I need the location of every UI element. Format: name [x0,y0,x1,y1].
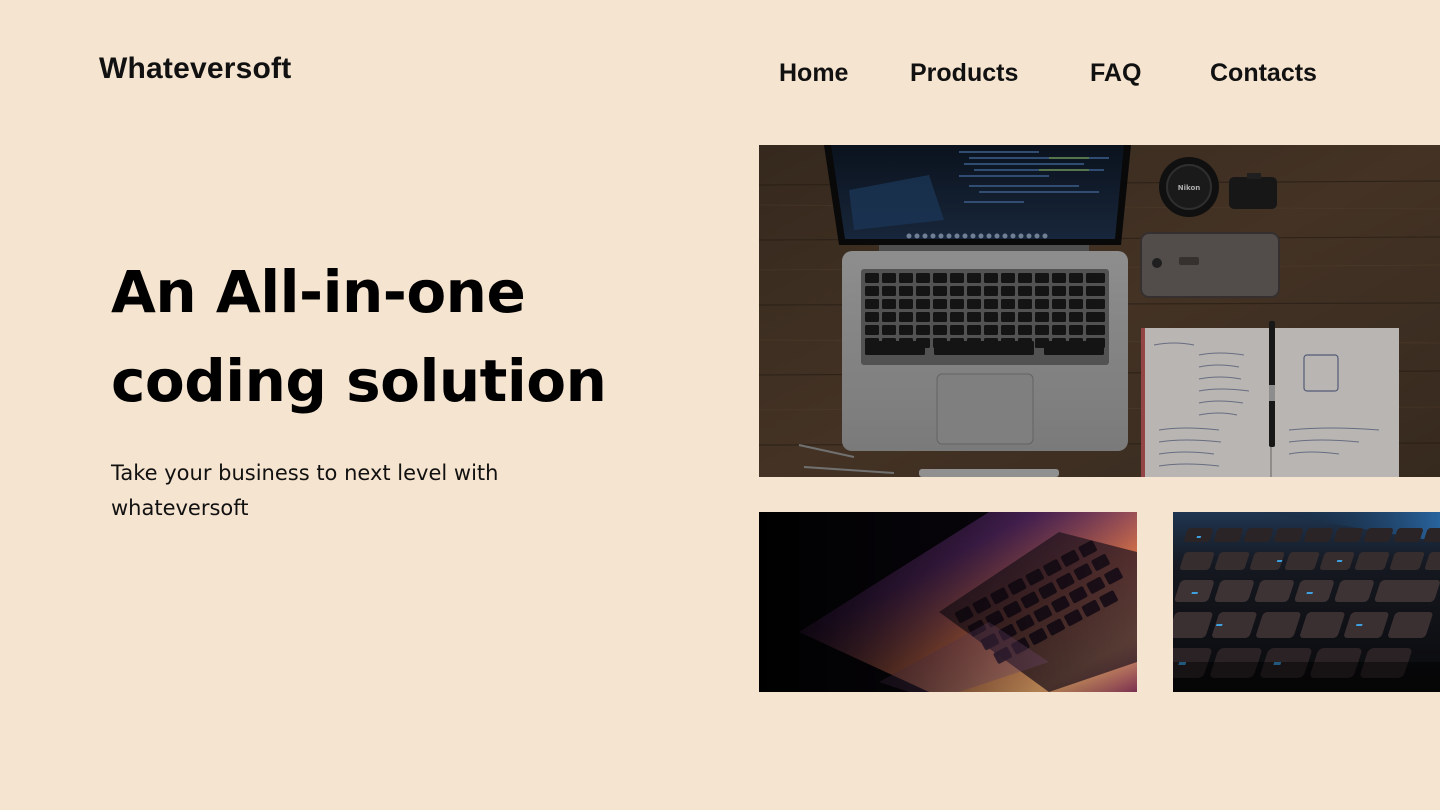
hero-subtitle: Take your business to next level with wha… [111,456,551,526]
hero-title-line2: coding solution [111,347,607,415]
hero-subtitle-line2: whateversoft [111,496,249,520]
laptop-colorful-illustration [759,512,1137,692]
logo[interactable]: Whateversoft [99,52,291,86]
nav-faq-link[interactable]: FAQ [1090,59,1141,88]
hero-title-line1: An All-in-one [111,258,526,326]
nav-contacts-link[interactable]: Contacts [1210,59,1317,88]
hero-subtitle-line1: Take your business to next level with [111,461,499,485]
image-backlit-keyboard [1173,512,1440,692]
image-laptop-colorful [759,512,1137,692]
hero-title: An All-in-one coding solution [111,248,731,426]
nav-home-link[interactable]: Home [779,59,848,88]
page: Whateversoft Home Products FAQ Contacts … [0,0,1440,810]
hero-image-desk: Nikon [759,145,1440,477]
backlit-keyboard-illustration [1173,512,1440,692]
nav-products-link[interactable]: Products [910,59,1018,88]
desk-photo-illustration: Nikon [759,145,1440,477]
